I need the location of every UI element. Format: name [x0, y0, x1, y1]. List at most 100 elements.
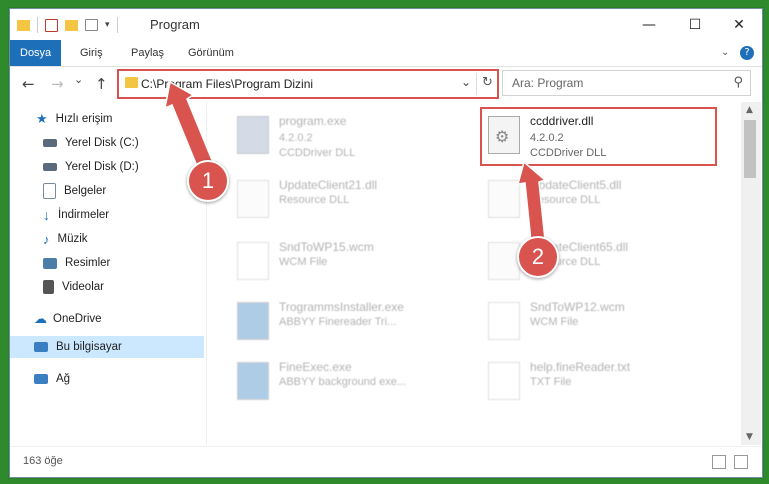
sidebar-item-label: Hızlı erişim: [55, 113, 113, 125]
minimize-button[interactable]: —: [626, 9, 672, 40]
toolbar-divider: [37, 17, 38, 33]
tab-giris[interactable]: Giriş: [80, 40, 103, 66]
dll-gear-icon: [488, 242, 520, 280]
sidebar-item-label: Yerel Disk (C:): [65, 137, 139, 149]
dll-gear-icon: [488, 180, 520, 218]
sidebar-item-label: OneDrive: [53, 313, 102, 325]
cloud-icon: ☁: [34, 311, 47, 326]
sidebar-item-local-disk-c[interactable]: Yerel Disk (C:): [10, 132, 239, 154]
file-name: UpdateClient21.dll: [279, 178, 378, 192]
sidebar-item-label: Resimler: [65, 257, 111, 269]
sidebar-item-onedrive[interactable]: ☁ OneDrive: [10, 308, 230, 330]
chevron-down-icon[interactable]: ⌄: [461, 75, 471, 89]
file-item[interactable]: program.exe 4.2.0.2 CCDDriver DLL: [229, 110, 469, 166]
drive-icon: [43, 139, 57, 147]
computer-icon: [34, 342, 48, 352]
address-divider: [476, 73, 477, 95]
sidebar-item-label: Belgeler: [64, 185, 107, 197]
tab-paylas[interactable]: Paylaş: [131, 40, 164, 66]
file-item[interactable]: UpdateClient21.dll Resource DLL: [229, 174, 469, 230]
close-button[interactable]: ✕: [716, 9, 762, 40]
scroll-down-icon[interactable]: ▼: [746, 432, 753, 442]
file-name: FineExec.exe: [279, 360, 352, 374]
dll-gear-icon: ⚙: [488, 116, 520, 154]
sidebar-item-label: İndirmeler: [58, 209, 110, 221]
large-icons-view-icon[interactable]: [734, 455, 748, 469]
tab-gorunum[interactable]: Görünüm: [188, 40, 234, 66]
back-button[interactable]: ←: [22, 75, 35, 93]
help-icon[interactable]: ?: [740, 46, 754, 60]
search-input[interactable]: Ara: Program: [512, 76, 583, 90]
quick-access-toolbar: ▾: [17, 16, 118, 34]
file-description: Resource DLL: [279, 194, 350, 206]
callout-step-2: 2: [517, 236, 559, 278]
customize-toolbar-icon[interactable]: [85, 19, 98, 31]
network-icon: [34, 374, 48, 384]
details-view-icon[interactable]: [712, 455, 726, 469]
exe-icon: [237, 116, 269, 154]
file-name: SndToWP15.wcm: [279, 240, 374, 254]
sidebar-item-label: Videolar: [62, 281, 104, 293]
toolbar-divider: [116, 17, 118, 33]
chevron-down-icon[interactable]: ⌄: [721, 47, 729, 58]
app-window-icon: [237, 362, 269, 400]
sidebar-item-videos[interactable]: Videolar 📌: [10, 276, 239, 298]
file-name: SndToWP12.wcm: [530, 300, 625, 314]
file-description: TXT File: [530, 376, 572, 388]
file-item-ccddriver[interactable]: ⚙ ccddriver.dll 4.2.0.2 CCDDriver DLL: [480, 110, 720, 166]
file-description: ABBYY Finereader Tri...: [279, 316, 397, 328]
file-description: ABBYY background exe...: [279, 376, 406, 388]
file-icon: [237, 242, 269, 280]
file-name: program.exe: [279, 114, 347, 128]
file-item[interactable]: UpdateClient5.dll Resource DLL: [480, 174, 720, 230]
ribbon-tabs: Dosya Giriş Paylaş Görünüm ⌄ ?: [10, 40, 762, 67]
sidebar-item-network[interactable]: Ağ: [10, 368, 230, 390]
file-item[interactable]: FineExec.exe ABBYY background exe...: [229, 356, 469, 412]
recent-locations-button[interactable]: ⌄: [74, 73, 83, 86]
scrollbar-thumb[interactable]: [744, 120, 756, 178]
sidebar-item-this-pc[interactable]: Bu bilgisayar: [10, 336, 204, 358]
tab-dosya[interactable]: Dosya: [10, 40, 62, 66]
scroll-up-icon[interactable]: ▲: [746, 105, 753, 115]
sidebar-item-label: Müzik: [57, 233, 88, 245]
file-name: TrogrammsInstaller.exe: [279, 300, 404, 314]
properties-icon[interactable]: [45, 18, 58, 32]
dll-gear-icon: [237, 180, 269, 218]
maximize-button[interactable]: ☐: [672, 9, 718, 40]
chevron-down-icon[interactable]: ▾: [105, 20, 110, 30]
file-name: help.fineReader.txt: [530, 360, 631, 374]
sidebar-item-pictures[interactable]: Resimler 📌: [10, 252, 239, 274]
file-item[interactable]: SndToWP12.wcm WCM File: [480, 296, 720, 352]
pictures-icon: [43, 257, 57, 269]
title-bar: ▾ Program — ☐ ✕: [10, 9, 762, 40]
search-icon[interactable]: ⚲: [733, 75, 743, 90]
file-icon: [488, 302, 520, 340]
file-icon: [488, 362, 520, 400]
file-version: 4.2.0.2: [279, 132, 313, 144]
drive-icon: [43, 163, 57, 171]
address-path[interactable]: C:\Program Files\Program Dizini: [141, 77, 313, 91]
app-window-icon: [237, 302, 269, 340]
star-icon: ★: [36, 111, 48, 126]
sidebar-item-label: Ağ: [56, 373, 71, 385]
vertical-scrollbar[interactable]: ▲ ▼: [741, 102, 761, 445]
forward-button[interactable]: →: [51, 75, 64, 93]
sidebar-item-quick-access[interactable]: ★ Hızlı erişim: [10, 108, 232, 130]
file-item[interactable]: help.fineReader.txt TXT File: [480, 356, 720, 412]
refresh-icon[interactable]: ↻: [479, 73, 496, 93]
new-folder-icon[interactable]: [65, 19, 78, 31]
item-count: 163 öğe: [23, 455, 63, 467]
sidebar-item-downloads[interactable]: ↓ İndirmeler 📌: [10, 204, 239, 226]
file-item[interactable]: TrogrammsInstaller.exe ABBYY Finereader …: [229, 296, 469, 352]
view-switcher: [712, 455, 748, 469]
sidebar-item-music[interactable]: ♪ Müzik 📌: [10, 228, 239, 250]
file-item[interactable]: UpdateClient65.dll Resource DLL: [480, 236, 720, 292]
folder-icon: [17, 19, 30, 31]
sidebar-item-label: Yerel Disk (D:): [65, 161, 139, 173]
search-box[interactable]: Ara: Program ⚲: [502, 70, 751, 96]
file-item[interactable]: SndToWP15.wcm WCM File: [229, 236, 469, 292]
download-icon: ↓: [43, 207, 50, 223]
address-bar[interactable]: C:\Program Files\Program Dizini ⌄ ↻: [117, 69, 499, 99]
up-button[interactable]: ↑: [95, 75, 108, 93]
file-description: WCM File: [279, 256, 328, 268]
